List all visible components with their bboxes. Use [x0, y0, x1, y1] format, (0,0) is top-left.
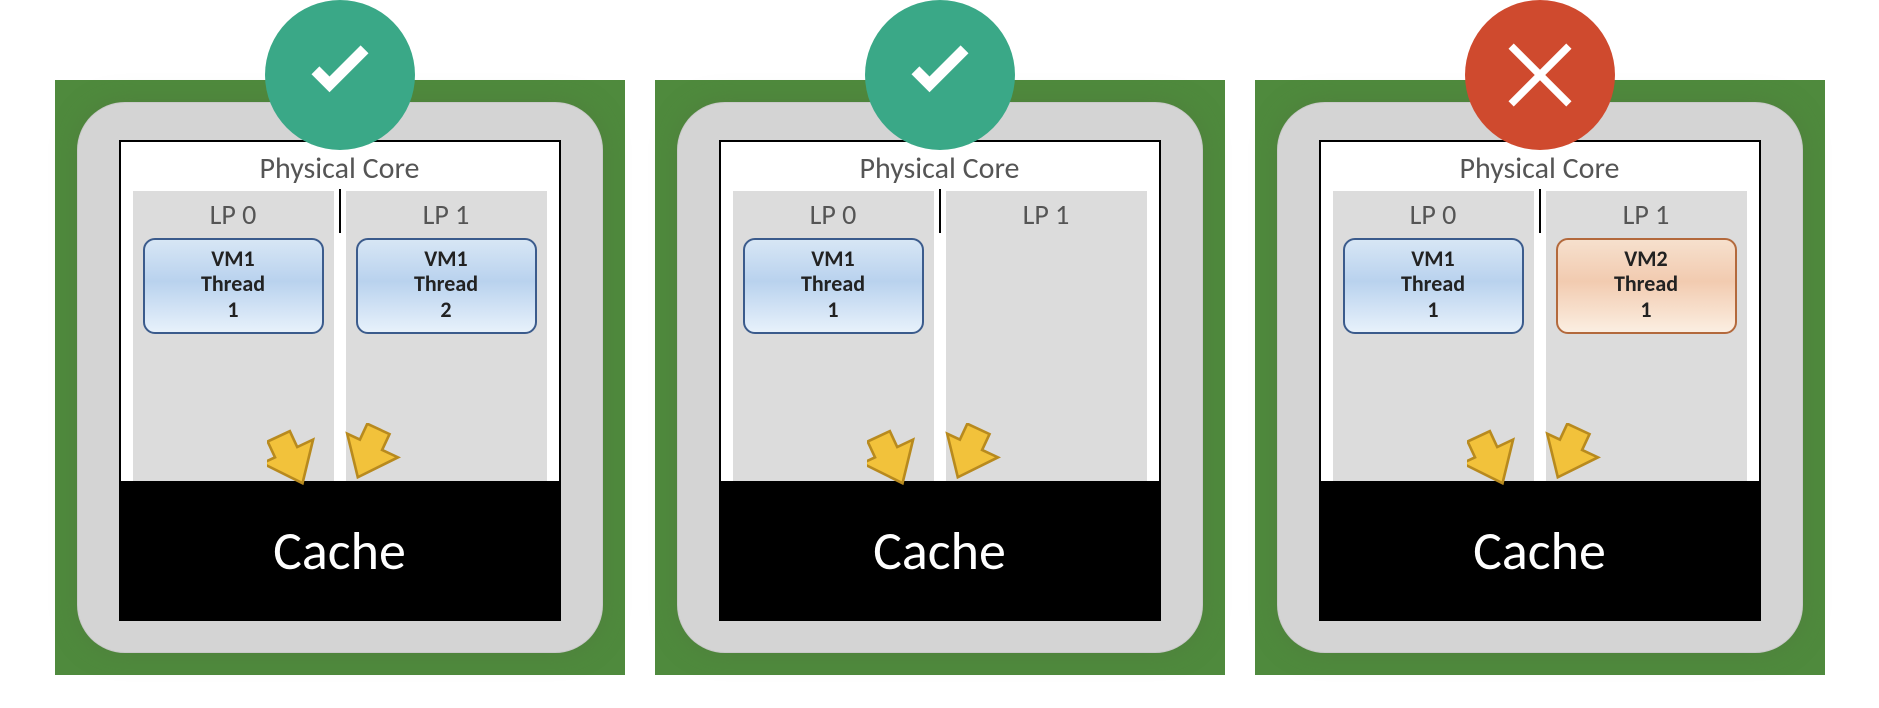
thread-word: Thread [749, 271, 918, 296]
cpu-die: Physical Core LP 0 VM1 Thread 1 [77, 102, 603, 653]
arrow-down-left-icon [343, 423, 413, 493]
cache-access-arrows [260, 423, 420, 493]
checkmark-icon [865, 0, 1015, 150]
thread-word: Thread [1349, 271, 1518, 296]
cache-access-arrows [1460, 423, 1620, 493]
logical-processor-row: LP 0 VM1 Thread 1 LP 1 [733, 191, 1147, 481]
thread-box-vm1-t2: VM1 Thread 2 [356, 238, 537, 334]
thread-number: 2 [362, 297, 531, 322]
physical-core-label: Physical Core [1333, 150, 1747, 187]
thread-number: 1 [1562, 297, 1731, 322]
thread-vm-label: VM1 [749, 246, 918, 271]
lp-label: LP 1 [1023, 197, 1070, 232]
thread-number: 1 [749, 297, 918, 322]
scenario-panel-allowed-idle-sibling: Physical Core LP 0 VM1 Thread 1 [655, 80, 1225, 675]
cache-label: Cache [1473, 518, 1606, 584]
arrow-down-left-icon [1543, 423, 1613, 493]
core-split-line [339, 189, 341, 233]
cache-block: Cache [1319, 481, 1761, 621]
arrow-down-right-icon [867, 423, 937, 493]
lp-label: LP 0 [810, 197, 857, 232]
lp-label: LP 1 [1623, 197, 1670, 232]
scenario-panel-disallowed-mixed-vms: Physical Core LP 0 VM1 Thread 1 [1255, 80, 1825, 675]
core-split-line [1539, 189, 1541, 233]
diagram-stage: Physical Core LP 0 VM1 Thread 1 [0, 0, 1879, 695]
thread-vm-label: VM1 [1349, 246, 1518, 271]
cpu-package: Physical Core LP 0 VM1 Thread 1 [655, 80, 1225, 675]
lp-label: LP 0 [1410, 197, 1457, 232]
core-split-line [939, 189, 941, 233]
thread-vm-label: VM2 [1562, 246, 1731, 271]
thread-number: 1 [149, 297, 318, 322]
thread-box-vm1-t1: VM1 Thread 1 [1343, 238, 1524, 334]
thread-word: Thread [1562, 271, 1731, 296]
scenario-panel-allowed-sibling-threads: Physical Core LP 0 VM1 Thread 1 [55, 80, 625, 675]
cpu-die: Physical Core LP 0 VM1 Thread 1 [1277, 102, 1803, 653]
thread-vm-label: VM1 [149, 246, 318, 271]
cache-block: Cache [119, 481, 561, 621]
arrow-down-left-icon [943, 423, 1013, 493]
physical-core-label: Physical Core [733, 150, 1147, 187]
physical-core: Physical Core LP 0 VM1 Thread 1 [719, 140, 1161, 483]
logical-processor-row: LP 0 VM1 Thread 1 LP 1 VM2 Thread [1333, 191, 1747, 481]
cache-access-arrows [860, 423, 1020, 493]
thread-box-vm1-t1: VM1 Thread 1 [743, 238, 924, 334]
cache-label: Cache [273, 518, 406, 584]
cache-label: Cache [873, 518, 1006, 584]
checkmark-icon [265, 0, 415, 150]
cpu-die: Physical Core LP 0 VM1 Thread 1 [677, 102, 1203, 653]
cache-block: Cache [719, 481, 1161, 621]
physical-core: Physical Core LP 0 VM1 Thread 1 [1319, 140, 1761, 483]
thread-box-vm2-t1: VM2 Thread 1 [1556, 238, 1737, 334]
thread-box-vm1-t1: VM1 Thread 1 [143, 238, 324, 334]
thread-vm-label: VM1 [362, 246, 531, 271]
arrow-down-right-icon [1467, 423, 1537, 493]
thread-word: Thread [362, 271, 531, 296]
physical-core: Physical Core LP 0 VM1 Thread 1 [119, 140, 561, 483]
thread-number: 1 [1349, 297, 1518, 322]
arrow-down-right-icon [267, 423, 337, 493]
logical-processor-row: LP 0 VM1 Thread 1 LP 1 VM1 Thread [133, 191, 547, 481]
thread-word: Thread [149, 271, 318, 296]
physical-core-label: Physical Core [133, 150, 547, 187]
lp-label: LP 0 [210, 197, 257, 232]
cpu-package: Physical Core LP 0 VM1 Thread 1 [1255, 80, 1825, 675]
lp-label: LP 1 [423, 197, 470, 232]
cpu-package: Physical Core LP 0 VM1 Thread 1 [55, 80, 625, 675]
cross-icon [1465, 0, 1615, 150]
